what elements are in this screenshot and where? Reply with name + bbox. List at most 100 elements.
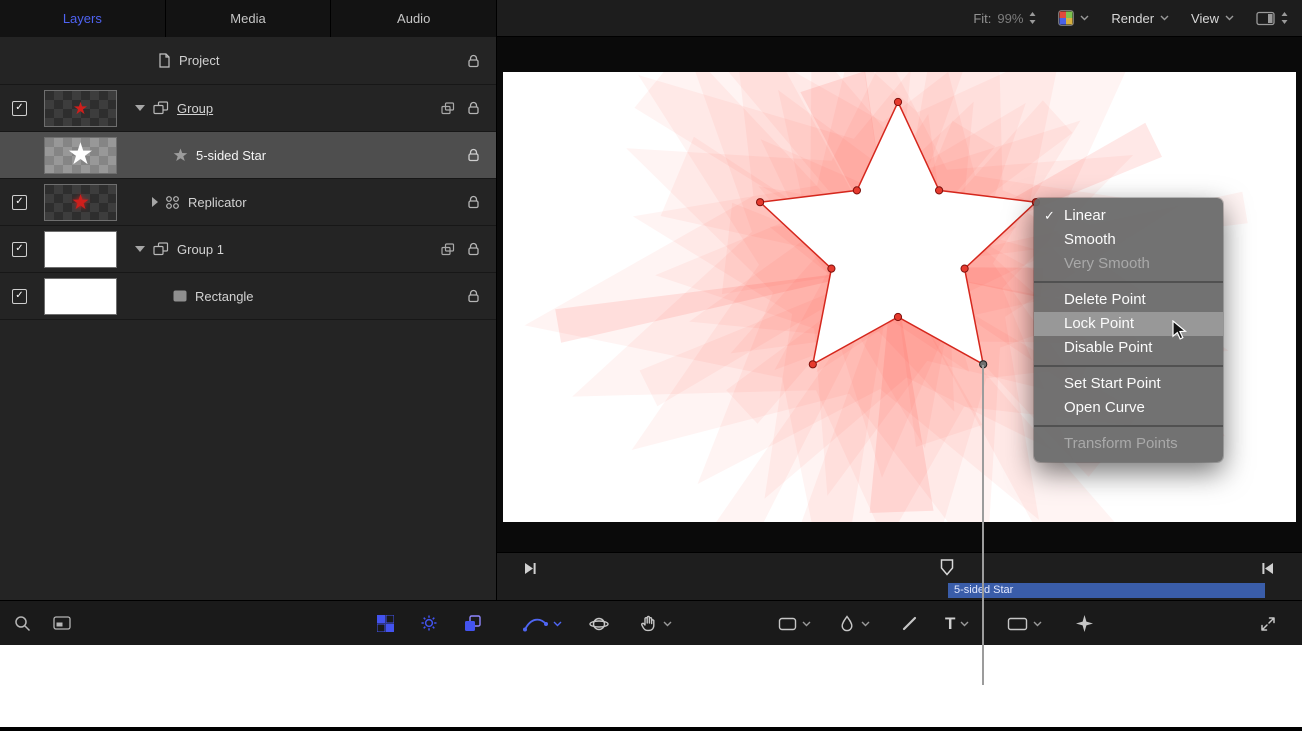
stepper-icon[interactable]: [1281, 12, 1288, 24]
activation-checkbox[interactable]: ✓: [12, 289, 27, 304]
menu-item-linear[interactable]: ✓ Linear: [1034, 204, 1223, 228]
menu-item-set-start-point[interactable]: Set Start Point: [1034, 372, 1223, 396]
star-thumb-glyph: ★: [71, 192, 90, 213]
lock-icon[interactable]: [467, 195, 480, 209]
rectangle-label: Rectangle: [195, 289, 254, 304]
color-swatch-icon: [1058, 10, 1074, 26]
text-tool-icon: T: [945, 615, 955, 632]
activation-checkbox[interactable]: ✓: [12, 101, 27, 116]
expand-arrows-icon: [1259, 615, 1277, 633]
search-icon[interactable]: [14, 615, 31, 632]
star-thumb-glyph: ★: [67, 140, 94, 170]
menu-item-open-curve[interactable]: Open Curve: [1034, 396, 1223, 420]
shape-tool[interactable]: [1007, 601, 1042, 645]
check-icon: ✓: [15, 244, 23, 254]
star-thumbnail: ★: [44, 137, 117, 174]
chevron-down-icon: [1225, 15, 1234, 21]
group-icon: [153, 101, 169, 115]
rounded-rect-icon: [778, 616, 797, 632]
transform-3d-tool[interactable]: [589, 601, 609, 645]
layers-badge-icon[interactable]: [441, 102, 455, 115]
activation-checkbox[interactable]: ✓: [12, 195, 27, 210]
expand-view-button[interactable]: [1259, 601, 1277, 645]
thumbnail-view-icon[interactable]: [53, 616, 71, 630]
edit-points-tool[interactable]: [523, 601, 562, 645]
figure-bottom-bar: [0, 727, 1302, 731]
text-tool[interactable]: T: [945, 601, 969, 645]
view-label: View: [1191, 11, 1219, 26]
tool-bar: T: [497, 600, 1302, 645]
tab-audio[interactable]: Audio: [331, 0, 496, 37]
lock-icon[interactable]: [467, 289, 480, 303]
playhead-icon[interactable]: [940, 559, 954, 576]
pan-tool[interactable]: [639, 601, 672, 645]
chevron-down-icon: [802, 621, 811, 627]
star-label: 5-sided Star: [196, 148, 266, 163]
paint-stroke-tool[interactable]: [901, 601, 918, 645]
color-channel-dropdown[interactable]: [1058, 10, 1089, 26]
group-thumbnail: ★: [44, 90, 117, 127]
chevron-down-icon: [1080, 15, 1089, 21]
disclosure-down-icon[interactable]: [135, 105, 145, 111]
row-group[interactable]: ✓ ★ Group: [0, 85, 496, 132]
rectangle-tool[interactable]: [778, 601, 811, 645]
lock-icon[interactable]: [467, 54, 480, 68]
orbit-icon: [589, 615, 609, 633]
group-label: Group: [177, 101, 213, 116]
menu-separator: [1034, 365, 1223, 367]
lock-icon[interactable]: [467, 242, 480, 256]
fit-value: 99%: [997, 11, 1023, 26]
fit-label: Fit:: [973, 11, 991, 26]
menu-item-very-smooth: Very Smooth: [1034, 252, 1223, 276]
row-project[interactable]: Project: [0, 37, 496, 85]
layers-badge-icon[interactable]: [441, 243, 455, 256]
lock-icon[interactable]: [467, 101, 480, 115]
view-menu[interactable]: View: [1191, 11, 1234, 26]
point-context-menu: ✓ Linear Smooth Very Smooth Delete Point…: [1034, 198, 1223, 462]
fit-control[interactable]: Fit: 99%: [973, 11, 1036, 26]
row-rectangle[interactable]: ✓ Rectangle: [0, 273, 496, 320]
menu-item-smooth[interactable]: Smooth: [1034, 228, 1223, 252]
chevron-down-icon: [553, 621, 562, 627]
menu-item-delete-point[interactable]: Delete Point: [1034, 288, 1223, 312]
disclosure-right-icon[interactable]: [152, 197, 158, 207]
menu-separator: [1034, 425, 1223, 427]
tab-layers[interactable]: Layers: [0, 0, 166, 37]
gear-icon[interactable]: [420, 614, 438, 632]
document-icon: [158, 53, 171, 68]
check-icon: ✓: [15, 291, 23, 301]
timeline-clip[interactable]: 5-sided Star: [948, 583, 1265, 598]
row-replicator[interactable]: ✓ ★ Replicator: [0, 179, 496, 226]
star-thumb-glyph: ★: [73, 100, 88, 117]
chevron-down-icon: [663, 621, 672, 627]
menu-item-disable-point[interactable]: Disable Point: [1034, 336, 1223, 360]
mini-timeline: 5-sided Star: [497, 552, 1302, 600]
mouse-cursor: [1172, 320, 1187, 341]
chevron-down-icon: [960, 621, 969, 627]
rectangle-thumbnail: [44, 278, 117, 315]
transparency-checkerboard-icon[interactable]: [377, 615, 394, 632]
replicator-thumbnail: ★: [44, 184, 117, 221]
render-menu[interactable]: Render: [1111, 11, 1169, 26]
stepper-icon[interactable]: [1029, 12, 1036, 24]
disclosure-down-icon[interactable]: [135, 246, 145, 252]
row-group-1[interactable]: ✓ Group 1: [0, 226, 496, 273]
menu-item-lock-point[interactable]: Lock Point: [1034, 312, 1223, 336]
group1-thumbnail: [44, 231, 117, 268]
replicator-icon: [165, 195, 180, 210]
layers-panel: Layers Media Audio Project: [0, 0, 497, 645]
activation-checkbox[interactable]: ✓: [12, 242, 27, 257]
tab-media[interactable]: Media: [166, 0, 332, 37]
out-point-marker-icon[interactable]: [1262, 563, 1273, 574]
window-layout-control[interactable]: [1256, 11, 1288, 26]
lock-icon[interactable]: [467, 148, 480, 162]
shape-rectangle-icon: [173, 290, 187, 302]
mask-pen-tool[interactable]: [838, 601, 870, 645]
particles-tool[interactable]: [1075, 601, 1094, 645]
in-point-marker-icon[interactable]: [525, 563, 536, 574]
panel-tabbar: Layers Media Audio: [0, 0, 496, 38]
callout-line: [982, 365, 984, 685]
hand-icon: [639, 614, 658, 633]
row-5-sided-star[interactable]: ★ 5-sided Star: [0, 132, 496, 179]
layers-copy-icon[interactable]: [464, 615, 481, 632]
